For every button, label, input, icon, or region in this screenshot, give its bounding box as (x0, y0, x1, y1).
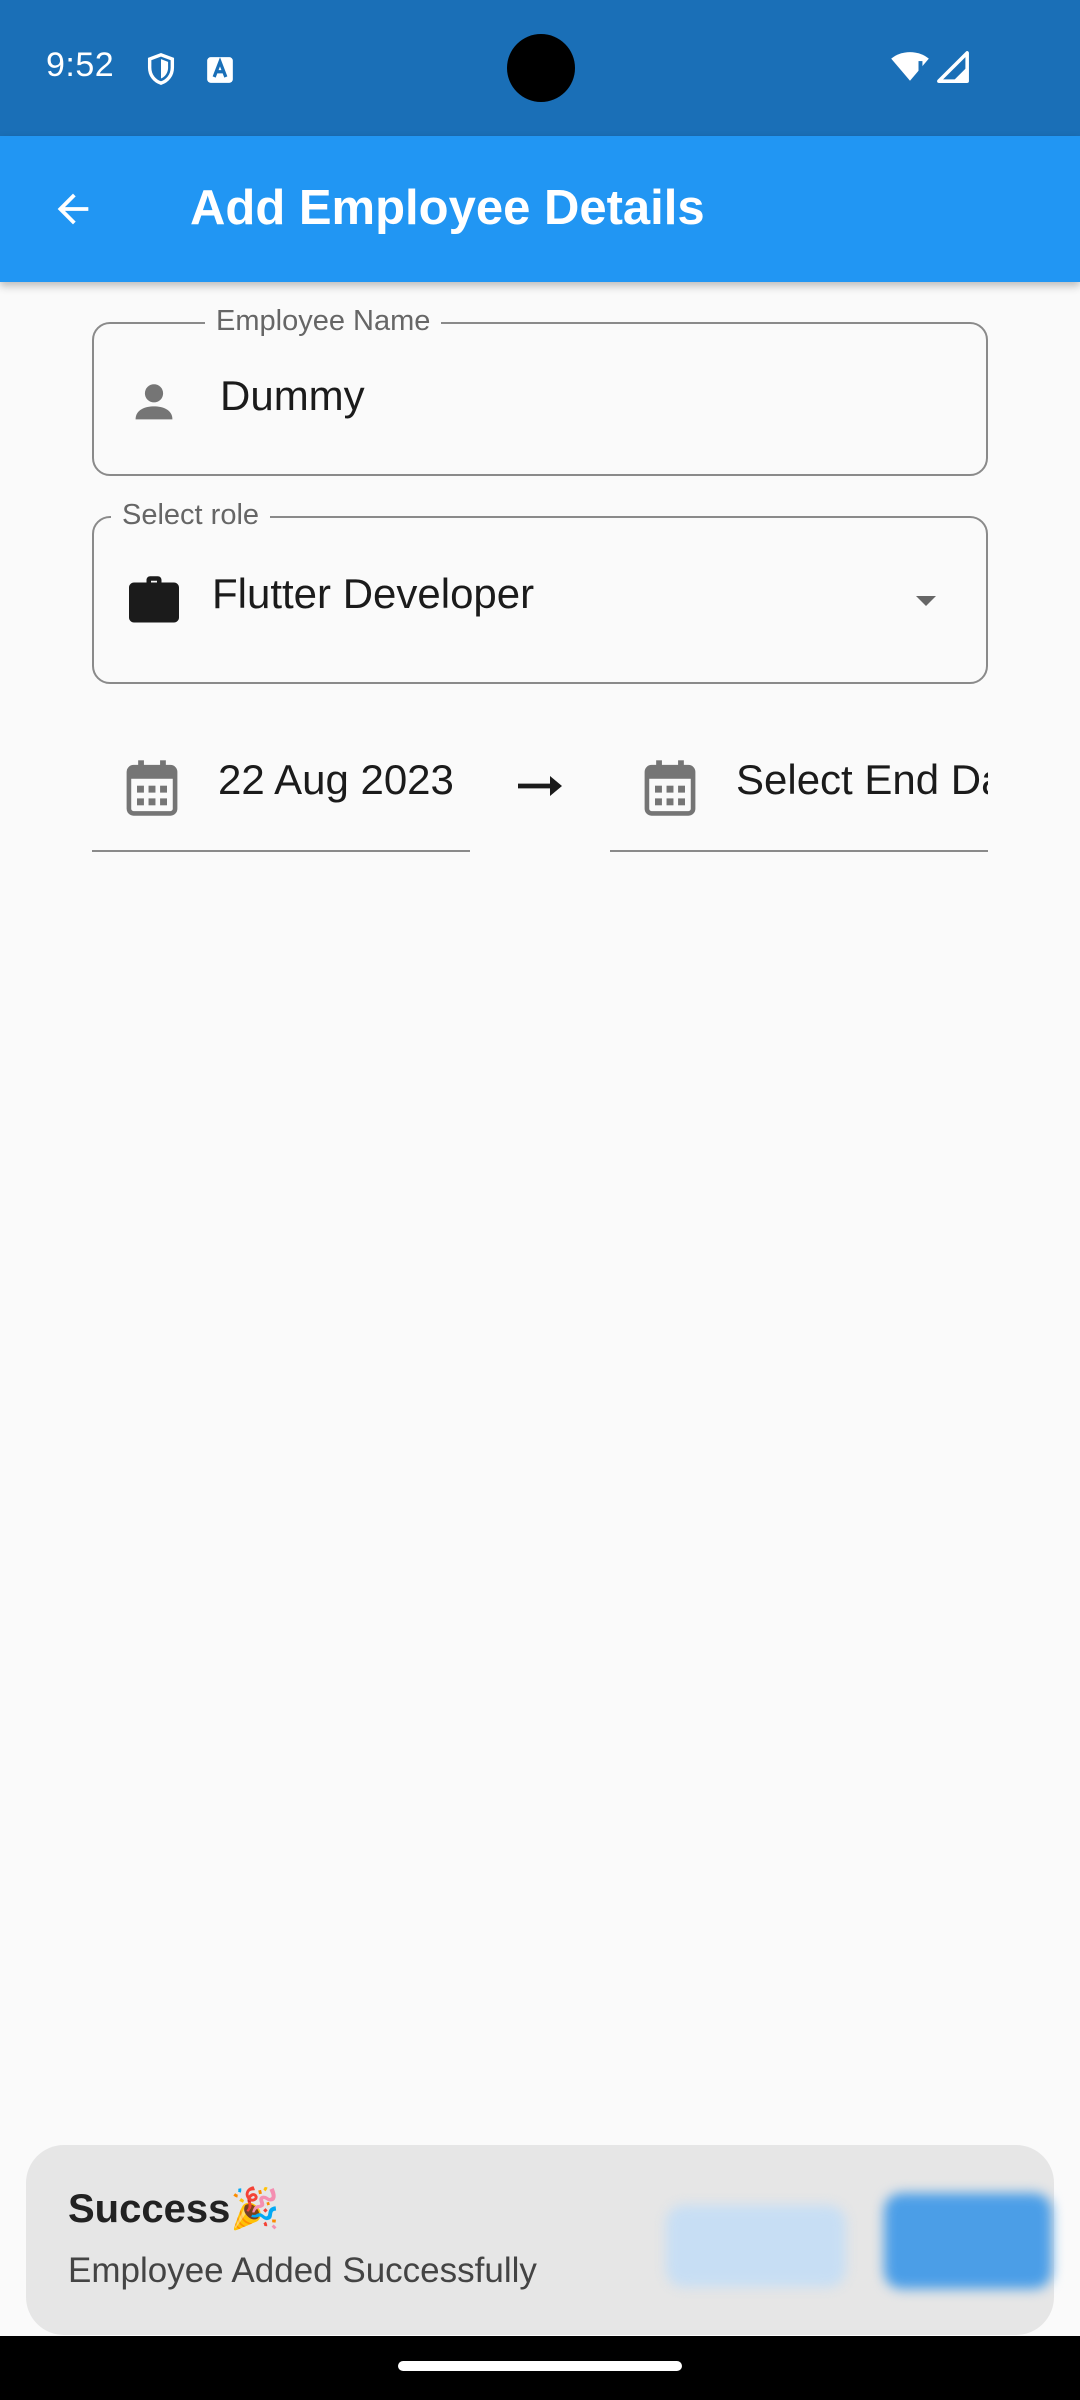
app-bar: Add Employee Details (0, 136, 1080, 282)
arrow-back-icon (57, 193, 89, 225)
employee-name-field[interactable]: Employee Name Dummy (92, 304, 988, 476)
calendar-icon (644, 760, 696, 816)
briefcase-icon (129, 576, 179, 623)
status-bar: 9:52 (0, 0, 1080, 136)
font-a-icon (207, 57, 233, 83)
snackbar-title: Success🎉 (68, 2187, 281, 2231)
role-selected-value: Flutter Developer (212, 570, 535, 617)
front-camera (507, 34, 575, 102)
system-nav-bar (0, 2336, 1080, 2400)
employee-name-input[interactable]: Dummy (220, 372, 365, 420)
save-button[interactable] (884, 2193, 1052, 2289)
shield-icon (147, 53, 175, 85)
calendar-icon (126, 760, 178, 816)
success-snackbar: Success🎉 Employee Added Successfully (26, 2145, 1054, 2335)
party-popper-icon: 🎉 (230, 2187, 281, 2231)
role-dropdown[interactable]: Select role Flutter Developer (92, 498, 988, 684)
back-button[interactable] (36, 172, 110, 246)
end-date-field[interactable]: Select End Da (610, 744, 988, 852)
wifi-alert-icon (891, 52, 929, 81)
cell-signal-icon (937, 51, 969, 83)
status-time: 9:52 (46, 46, 115, 84)
snackbar-message: Employee Added Successfully (68, 2251, 537, 2290)
arrow-right-icon (518, 776, 562, 796)
start-date-value: 22 Aug 2023 (218, 756, 454, 803)
caret-down-icon (916, 596, 936, 606)
home-gesture-handle[interactable] (398, 2361, 682, 2371)
start-date-field[interactable]: 22 Aug 2023 (92, 744, 470, 852)
end-date-placeholder: Select End Da (736, 756, 988, 803)
person-icon (135, 384, 173, 420)
employee-name-label: Employee Name (205, 304, 442, 338)
cancel-button[interactable] (666, 2205, 846, 2287)
role-label: Select role (111, 498, 271, 532)
page-title: Add Employee Details (190, 181, 705, 235)
